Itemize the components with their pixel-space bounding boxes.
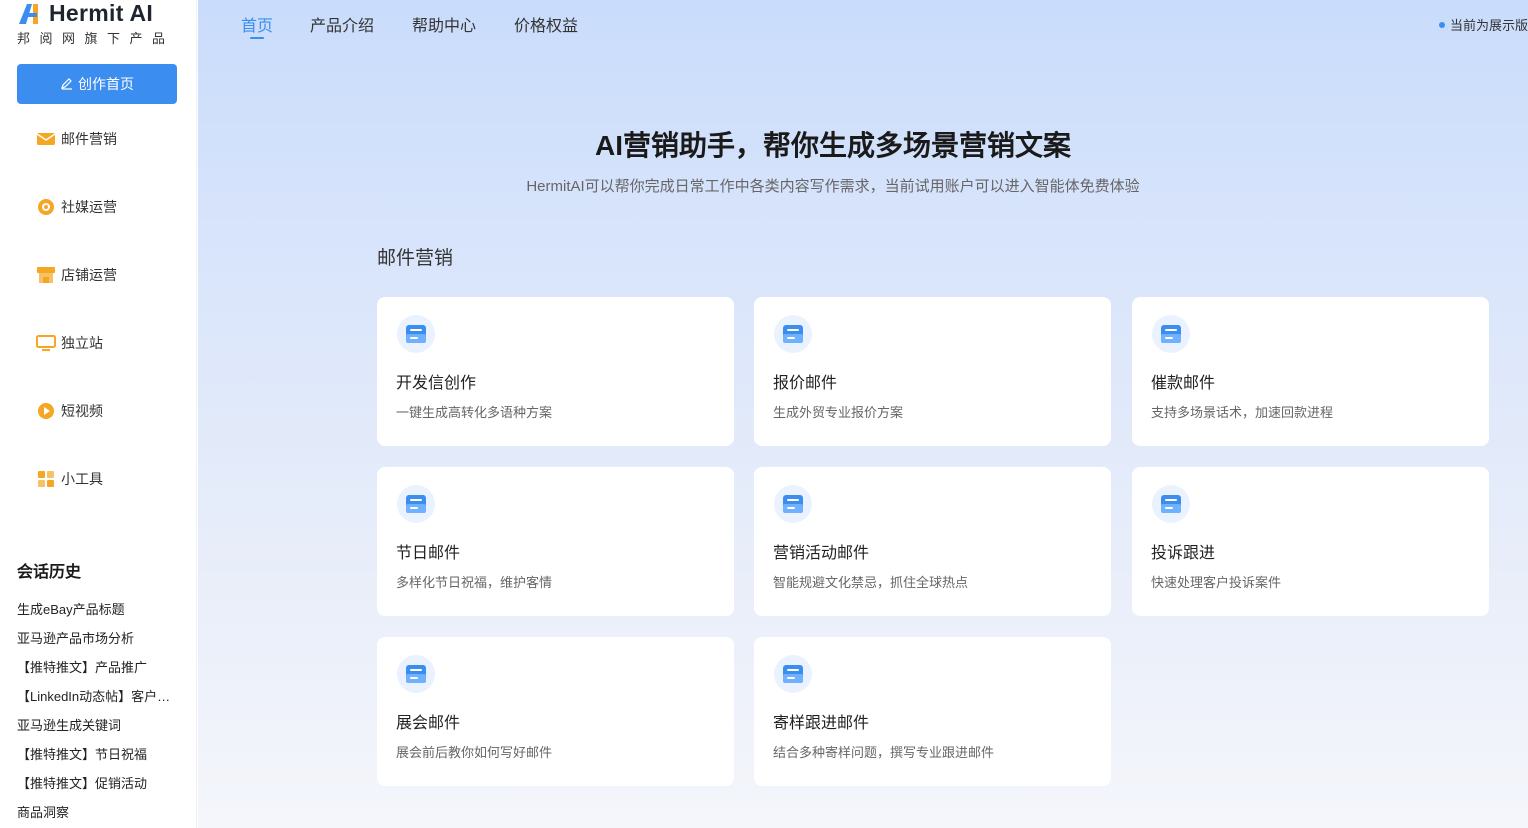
history-item[interactable]: 【推特推文】节日祝福 (17, 740, 177, 769)
card-description: 展会前后教你如何写好邮件 (396, 745, 553, 760)
video-icon (36, 401, 56, 421)
sidebar-item-label: 小工具 (61, 471, 103, 487)
document-icon (397, 485, 435, 523)
status-dot-icon (1438, 21, 1445, 28)
sidebar-item-label: 短视频 (61, 403, 103, 419)
card-title: 开发信创作 (396, 375, 477, 392)
card-title: 报价邮件 (773, 375, 838, 392)
history-title: 会话历史 (17, 564, 82, 581)
sidebar-item-tools[interactable]: 小工具 (0, 445, 197, 513)
hero-title: AI营销助手，帮你生成多场景营销文案 (594, 130, 1071, 161)
document-icon (1152, 485, 1190, 523)
card-title: 展会邮件 (396, 715, 461, 732)
sidebar: Hermit AI 邦阅网旗下产品 创作首页 邮件营销 社媒运营 店铺运营 独立… (0, 0, 197, 828)
brand[interactable]: Hermit AI 邦阅网旗下产品 (17, 0, 175, 47)
history-item[interactable]: 【推特推文】产品推广 (17, 653, 177, 682)
sidebar-item-label: 店铺运营 (61, 267, 117, 283)
document-icon (397, 315, 435, 353)
sidebar-item-social-media[interactable]: 社媒运营 (0, 173, 197, 241)
history-item[interactable]: 【推特推文】促销活动 (17, 769, 177, 798)
mail-icon (36, 129, 56, 149)
social-icon (36, 197, 56, 217)
feature-card[interactable]: 营销活动邮件智能规避文化禁忌，抓住全球热点 (754, 467, 1111, 616)
feature-card[interactable]: 投诉跟进快速处理客户投诉案件 (1132, 467, 1489, 616)
card-title: 催款邮件 (1151, 375, 1216, 392)
demo-version-label: 当前为展示版 (1449, 18, 1528, 33)
sidebar-item-standalone-site[interactable]: 独立站 (0, 309, 197, 377)
tab-product-intro[interactable]: 产品介绍 (310, 12, 374, 36)
history-item[interactable]: 【LinkedIn动态帖】客户案例分享 (17, 682, 177, 711)
store-icon (36, 265, 56, 285)
main-content: 首页 产品介绍 帮助中心 价格权益 当前为展示版 AI营销助手，帮你生成多场景营… (198, 0, 1528, 828)
document-icon (1152, 315, 1190, 353)
demo-version-note: 当前为展示版 (1438, 15, 1528, 34)
sidebar-item-label: 独立站 (61, 335, 103, 351)
card-description: 快速处理客户投诉案件 (1151, 575, 1282, 590)
card-description: 多样化节日祝福，维护客情 (396, 575, 553, 590)
monitor-icon (36, 333, 56, 353)
card-description: 结合多种寄样问题，撰写专业跟进邮件 (773, 745, 995, 760)
sidebar-item-email-marketing[interactable]: 邮件营销 (0, 105, 197, 173)
tab-help-center[interactable]: 帮助中心 (412, 12, 476, 36)
history-item[interactable]: 生成eBay产品标题 (17, 595, 177, 624)
document-icon (774, 485, 812, 523)
history-list: 生成eBay产品标题 亚马逊产品市场分析 【推特推文】产品推广 【LinkedI… (17, 595, 177, 827)
history-item[interactable]: 商品洞察 (17, 798, 177, 827)
history-item[interactable]: 亚马逊产品市场分析 (17, 624, 177, 653)
card-title: 节日邮件 (396, 545, 461, 562)
feature-card[interactable]: 报价邮件生成外贸专业报价方案 (754, 297, 1111, 446)
top-nav: 首页 产品介绍 帮助中心 价格权益 当前为展示版 (198, 0, 1528, 46)
tools-icon (36, 469, 56, 489)
brand-subtitle: 邦阅网旗下产品 (17, 31, 175, 46)
card-title: 营销活动邮件 (773, 545, 870, 562)
create-home-button[interactable]: 创作首页 (17, 64, 177, 104)
document-icon (774, 655, 812, 693)
document-icon (774, 315, 812, 353)
card-description: 智能规避文化禁忌，抓住全球热点 (773, 575, 969, 590)
feature-card[interactable]: 开发信创作一键生成高转化多语种方案 (377, 297, 734, 446)
sidebar-item-label: 社媒运营 (61, 199, 117, 215)
sidebar-nav: 邮件营销 社媒运营 店铺运营 独立站 短视频 小工具 (0, 105, 197, 513)
section-title: 邮件营销 (377, 248, 454, 269)
card-title: 投诉跟进 (1151, 545, 1216, 562)
pen-icon (60, 76, 74, 93)
feature-card[interactable]: 展会邮件展会前后教你如何写好邮件 (377, 637, 734, 786)
hero-subtitle: HermitAI可以帮你完成日常工作中各类内容写作需求，当前试用账户可以进入智能… (526, 178, 1140, 195)
feature-card[interactable]: 节日邮件多样化节日祝福，维护客情 (377, 467, 734, 616)
sidebar-item-label: 邮件营销 (61, 131, 117, 147)
brand-name: Hermit AI (49, 0, 154, 26)
document-icon (397, 655, 435, 693)
card-description: 生成外贸专业报价方案 (773, 405, 904, 420)
feature-card[interactable]: 寄样跟进邮件结合多种寄样问题，撰写专业跟进邮件 (754, 637, 1111, 786)
sidebar-item-short-video[interactable]: 短视频 (0, 377, 197, 445)
tab-pricing[interactable]: 价格权益 (514, 12, 578, 36)
tab-home[interactable]: 首页 (241, 12, 273, 39)
hermit-logo-icon (17, 2, 43, 24)
card-title: 寄样跟进邮件 (773, 715, 870, 732)
sidebar-item-store[interactable]: 店铺运营 (0, 241, 197, 309)
card-description: 支持多场景话术，加速回款进程 (1151, 405, 1334, 420)
create-home-label: 创作首页 (78, 76, 134, 92)
card-description: 一键生成高转化多语种方案 (396, 405, 553, 420)
feature-card[interactable]: 催款邮件支持多场景话术，加速回款进程 (1132, 297, 1489, 446)
history-item[interactable]: 亚马逊生成关键词 (17, 711, 177, 740)
